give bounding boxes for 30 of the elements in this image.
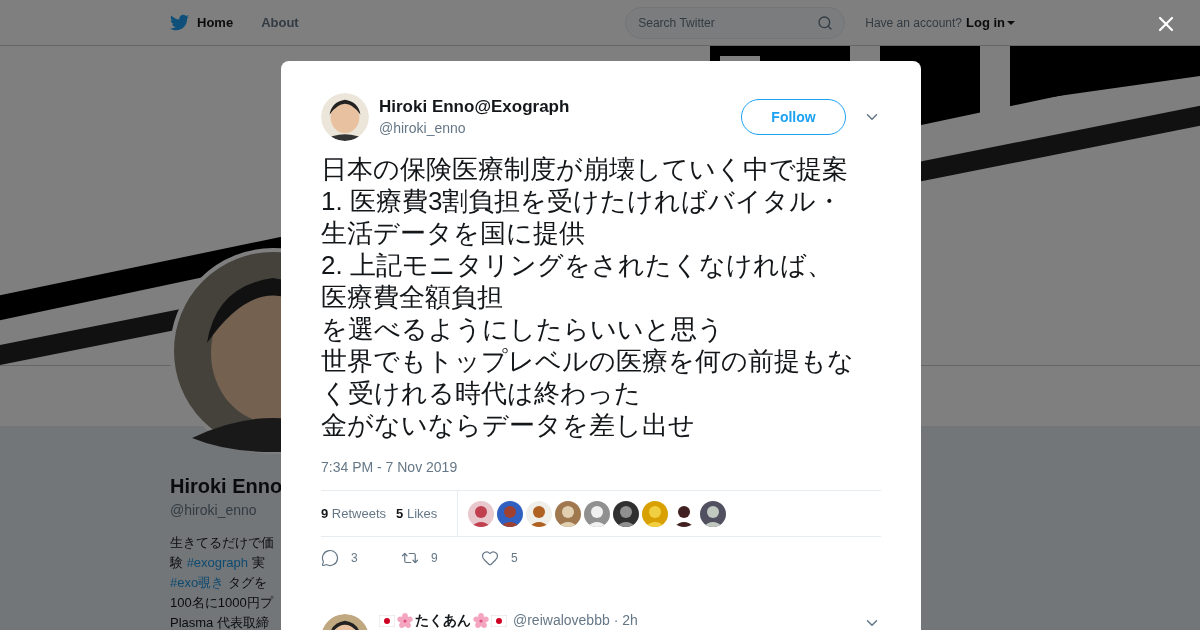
stat-count[interactable]: 9 Retweets — [321, 503, 387, 524]
reply-author-name[interactable]: たくあん — [415, 610, 471, 630]
action-count: 3 — [351, 550, 358, 567]
search-field[interactable]: Search Twitter — [625, 6, 846, 39]
action-count: 5 — [511, 550, 518, 567]
flower-icon — [397, 612, 413, 629]
flower-icon — [473, 612, 489, 629]
flag-icon — [379, 614, 395, 627]
reply-time: · 2h — [613, 611, 638, 630]
account-prompt: Have an account? — [865, 14, 962, 32]
profile-handle: @hiroki_enno — [170, 501, 257, 520]
tweet-text-line: く受けれる時代は終わった — [321, 377, 642, 409]
bio-line: 100名に1000円プ — [170, 594, 273, 612]
bio-line: 験 #exograph 実 — [170, 554, 265, 572]
caret-icon — [1007, 20, 1015, 25]
heart-icon[interactable] — [481, 549, 499, 567]
flag-icon — [491, 614, 507, 627]
stat-count[interactable]: 5 Likes — [396, 503, 438, 524]
search-icon[interactable] — [817, 14, 834, 31]
action-count: 9 — [431, 550, 438, 567]
bio-line: #exo覗き タグを — [170, 574, 267, 592]
bio-line: 生きてるだけで価 — [170, 534, 274, 552]
tweet-text-line: 金がないならデータを差し出せ — [321, 409, 696, 441]
login-button[interactable]: Log in — [966, 12, 1015, 33]
tweet-timestamp: 7:34 PM - 7 Nov 2019 — [321, 458, 458, 477]
bio-line: Plasma 代表取締 — [170, 614, 269, 630]
reply-handle: @reiwalovebbb — [513, 611, 610, 630]
nav-link[interactable]: Home — [197, 12, 234, 33]
profile-name: Hiroki Enno — [170, 474, 283, 498]
reply-icon[interactable] — [321, 549, 339, 567]
